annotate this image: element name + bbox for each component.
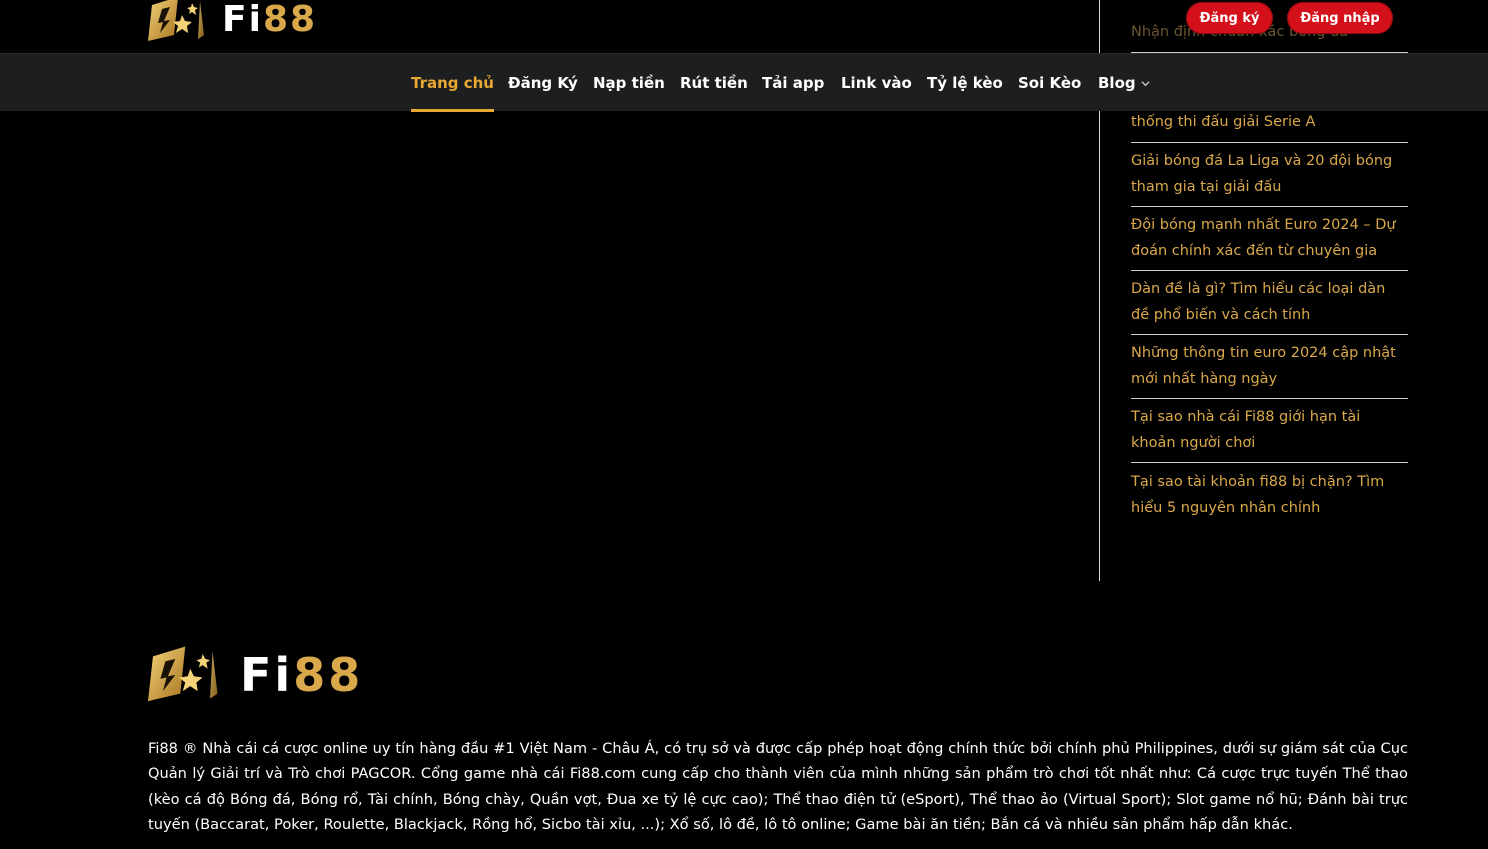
nav-item-blog[interactable]: Blog bbox=[1098, 54, 1150, 112]
sidebar-post-link[interactable]: Tại sao tài khoản fi88 bị chặn? Tìm hiểu… bbox=[1131, 470, 1408, 527]
sidebar-post-link[interactable]: Tại sao nhà cái Fi88 giới hạn tài khoản … bbox=[1131, 405, 1408, 463]
sidebar-post-link[interactable]: Dàn đề là gì? Tìm hiểu các loại dàn đề p… bbox=[1131, 277, 1408, 335]
nav-item-withdraw[interactable]: Rút tiền bbox=[680, 54, 748, 112]
sidebar-post-link[interactable]: thống thi đấu giải Serie A bbox=[1131, 110, 1408, 143]
footer-logo[interactable]: Fi88 bbox=[148, 640, 363, 710]
register-button[interactable]: Đăng ký bbox=[1186, 2, 1273, 34]
sidebar-post-link[interactable]: Đội bóng mạnh nhất Euro 2024 – Dự đoán c… bbox=[1131, 213, 1408, 271]
fi88-logo-icon bbox=[148, 0, 204, 41]
sidebar-post-link[interactable]: Những thông tin euro 2024 cập nhật mới n… bbox=[1131, 341, 1408, 399]
brand-wordmark: Fi88 bbox=[222, 0, 318, 40]
fi88-logo-icon bbox=[148, 646, 218, 702]
header-logo[interactable]: Fi88 bbox=[148, 0, 317, 44]
nav-item-tips[interactable]: Soi Kèo bbox=[1018, 54, 1081, 112]
brand-wordmark: Fi88 bbox=[240, 648, 364, 702]
nav-item-home[interactable]: Trang chủ bbox=[411, 54, 494, 112]
nav-item-link[interactable]: Link vào bbox=[841, 54, 912, 112]
login-button[interactable]: Đăng nhập bbox=[1287, 2, 1393, 34]
nav-item-register[interactable]: Đăng Ký bbox=[508, 54, 578, 112]
nav-item-deposit[interactable]: Nạp tiền bbox=[593, 54, 665, 112]
chevron-down-icon bbox=[1141, 80, 1150, 86]
nav-item-odds[interactable]: Tỷ lệ kèo bbox=[927, 54, 1003, 112]
footer-description: Fi88 ® Nhà cái cá cược online uy tín hàn… bbox=[148, 740, 1408, 834]
page: Nhận định chuẩn xác bóng đá thống thi đấ… bbox=[0, 0, 1488, 849]
nav-item-download-app[interactable]: Tải app bbox=[762, 54, 824, 112]
main-navbar: Trang chủ Đăng Ký Nạp tiền Rút tiền Tải … bbox=[0, 53, 1488, 112]
sidebar-post-link[interactable]: Giải bóng đá La Liga và 20 đội bóng tham… bbox=[1131, 149, 1408, 207]
